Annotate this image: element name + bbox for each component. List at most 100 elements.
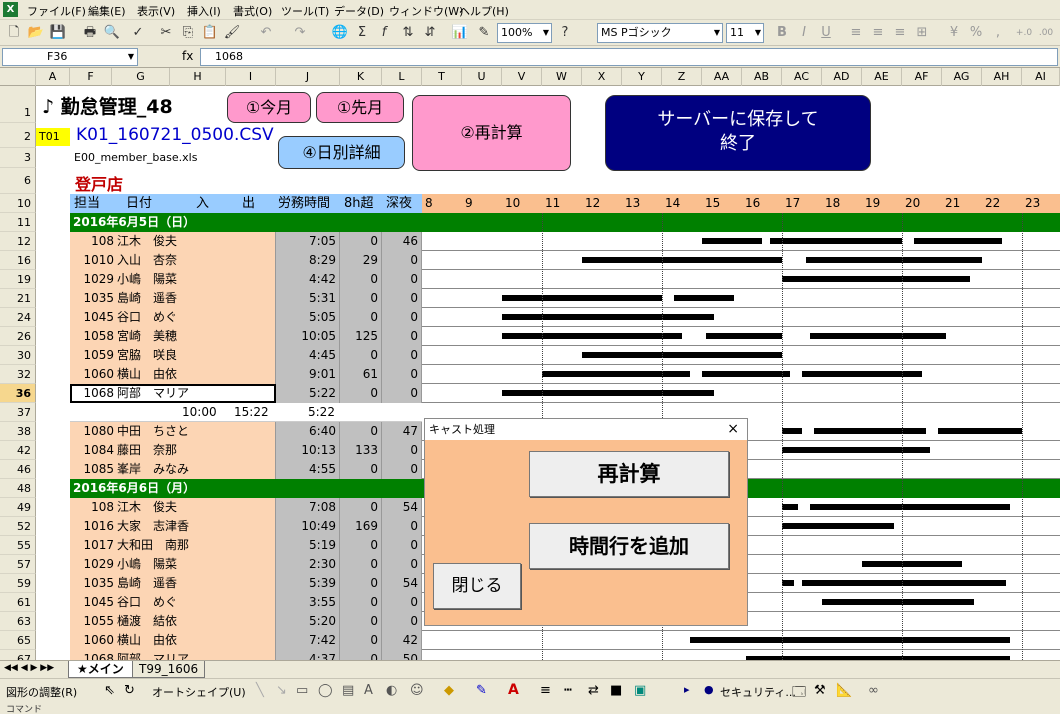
staff-cell[interactable]: 1060 横山 由依 — [70, 365, 276, 384]
rotate-icon[interactable]: ↻ — [124, 683, 135, 698]
row-header[interactable]: 11 — [0, 213, 36, 232]
cell-work[interactable]: 5:05 — [276, 308, 340, 327]
line-color-icon[interactable]: ✎ — [476, 683, 487, 698]
comma-icon[interactable]: , — [988, 23, 1008, 43]
sort-asc-icon[interactable]: ⇅ — [398, 23, 418, 43]
menu-format[interactable]: 書式(O) — [233, 3, 272, 19]
cell-over[interactable]: 0 — [340, 650, 382, 660]
staff-cell[interactable]: 1029 小嶋 陽菜 — [70, 270, 276, 289]
col-header[interactable]: AI — [1022, 68, 1060, 86]
cell-over[interactable]: 0 — [340, 536, 382, 555]
row-header[interactable]: 10 — [0, 194, 36, 213]
cell-work[interactable]: 4:37 — [276, 650, 340, 660]
col-header[interactable]: U — [462, 68, 502, 86]
menu-edit[interactable]: 編集(E) — [88, 3, 126, 19]
row-header[interactable]: 32 — [0, 365, 36, 384]
last-month-button[interactable]: ①先月 — [316, 92, 404, 123]
clipart-icon[interactable]: ☺ — [410, 683, 424, 698]
row-header[interactable]: 26 — [0, 327, 36, 346]
cell-over[interactable]: 0 — [340, 346, 382, 365]
row-header[interactable]: 49 — [0, 498, 36, 517]
select-objects-icon[interactable]: ⇖ — [104, 683, 115, 698]
cell-over[interactable]: 0 — [340, 384, 382, 403]
merge-icon[interactable]: ⊞ — [912, 23, 932, 43]
cell-night[interactable]: 0 — [382, 460, 422, 479]
staff-cell[interactable]: 1068 阿部 マリア — [70, 384, 276, 403]
menu-insert[interactable]: 挿入(I) — [187, 3, 221, 19]
col-header[interactable]: J — [276, 68, 340, 86]
staff-cell[interactable]: 1080 中田 ちさと — [70, 422, 276, 441]
col-header[interactable]: G — [112, 68, 170, 86]
italic-icon[interactable]: I — [794, 23, 814, 43]
time-out[interactable]: 15:22 — [234, 403, 269, 422]
cell-work[interactable]: 7:08 — [276, 498, 340, 517]
staff-cell[interactable]: 1058 宮崎 美穂 — [70, 327, 276, 346]
staff-cell[interactable]: 1084 藤田 奈那 — [70, 441, 276, 460]
dash-style-icon[interactable]: ┅ — [564, 683, 572, 698]
cell-work[interactable]: 4:42 — [276, 270, 340, 289]
cell-night[interactable]: 50 — [382, 650, 422, 660]
menu-tools[interactable]: ツール(T) — [281, 3, 329, 19]
cell-work[interactable]: 5:39 — [276, 574, 340, 593]
row-header[interactable]: 3 — [0, 148, 36, 168]
cell-work[interactable]: 10:49 — [276, 517, 340, 536]
underline-icon[interactable]: U — [816, 23, 836, 43]
cell-night[interactable]: 0 — [382, 593, 422, 612]
fill-color-icon[interactable]: ◆ — [444, 683, 454, 698]
security-menu[interactable]: セキュリティ... — [720, 684, 796, 700]
percent-icon[interactable]: % — [966, 23, 986, 43]
col-header[interactable]: AE — [862, 68, 902, 86]
cell-work[interactable]: 6:40 — [276, 422, 340, 441]
cell-night[interactable]: 0 — [382, 441, 422, 460]
shape-adjust-menu[interactable]: 図形の調整(R) — [6, 684, 77, 700]
col-header[interactable]: F — [70, 68, 112, 86]
row-header[interactable]: 55 — [0, 536, 36, 555]
menu-window[interactable]: ウィンドウ(W) — [389, 3, 463, 19]
name-box[interactable]: F36 ▼ — [2, 48, 138, 66]
col-header[interactable]: AD — [822, 68, 862, 86]
col-header[interactable]: H — [170, 68, 226, 86]
diagram-icon[interactable]: ◐ — [386, 683, 397, 698]
autosum-icon[interactable]: Σ — [352, 23, 372, 43]
redo-icon[interactable]: ↷ — [290, 23, 310, 43]
staff-cell[interactable]: 1016 大家 志津香 — [70, 517, 276, 536]
line-icon[interactable]: ╲ — [256, 683, 264, 698]
cell-night[interactable]: 47 — [382, 422, 422, 441]
cell-over[interactable]: 0 — [340, 593, 382, 612]
col-header[interactable]: AH — [982, 68, 1022, 86]
dialog-close-button[interactable]: 閉じる — [433, 563, 521, 609]
cell-night[interactable]: 0 — [382, 365, 422, 384]
add-time-row-button[interactable]: 時間行を追加 — [529, 523, 729, 569]
cell-night[interactable]: 0 — [382, 251, 422, 270]
cell-night[interactable]: 54 — [382, 498, 422, 517]
time-work[interactable]: 5:22 — [308, 403, 335, 422]
row-header[interactable]: 57 — [0, 555, 36, 574]
function-icon[interactable]: f — [374, 23, 394, 43]
close-icon[interactable]: × — [727, 419, 739, 440]
row-header[interactable]: 6 — [0, 168, 36, 194]
dialog-recalc-button[interactable]: 再計算 — [529, 451, 729, 497]
cell-work[interactable]: 5:22 — [276, 384, 340, 403]
control-toolbox-icon[interactable]: 🗔 — [792, 683, 806, 705]
row-header[interactable]: 48 — [0, 479, 36, 498]
font-select[interactable]: MS Pゴシック ▼ — [597, 23, 723, 43]
increase-decimal-icon[interactable]: +.0 — [1014, 23, 1034, 43]
cell-night[interactable]: 42 — [382, 631, 422, 650]
align-right-icon[interactable]: ≡ — [890, 23, 910, 43]
menu-help[interactable]: ヘルプ(H) — [459, 3, 509, 19]
cell-over[interactable]: 125 — [340, 327, 382, 346]
col-header[interactable]: L — [382, 68, 422, 86]
row-header[interactable]: 16 — [0, 251, 36, 270]
cell-work[interactable]: 5:19 — [276, 536, 340, 555]
cell-over[interactable]: 0 — [340, 232, 382, 251]
rectangle-icon[interactable]: ▭ — [296, 683, 308, 698]
cell-night[interactable]: 0 — [382, 327, 422, 346]
zoom-select[interactable]: 100% ▼ — [497, 23, 552, 43]
cell-night[interactable]: 0 — [382, 517, 422, 536]
hyperlink-icon[interactable]: 🌐 — [330, 23, 350, 43]
row-header[interactable]: 12 — [0, 232, 36, 251]
col-header[interactable]: AB — [742, 68, 782, 86]
staff-cell[interactable]: 1045 谷口 めぐ — [70, 308, 276, 327]
row-header[interactable]: 37 — [0, 403, 36, 422]
menu-view[interactable]: 表示(V) — [137, 3, 175, 19]
